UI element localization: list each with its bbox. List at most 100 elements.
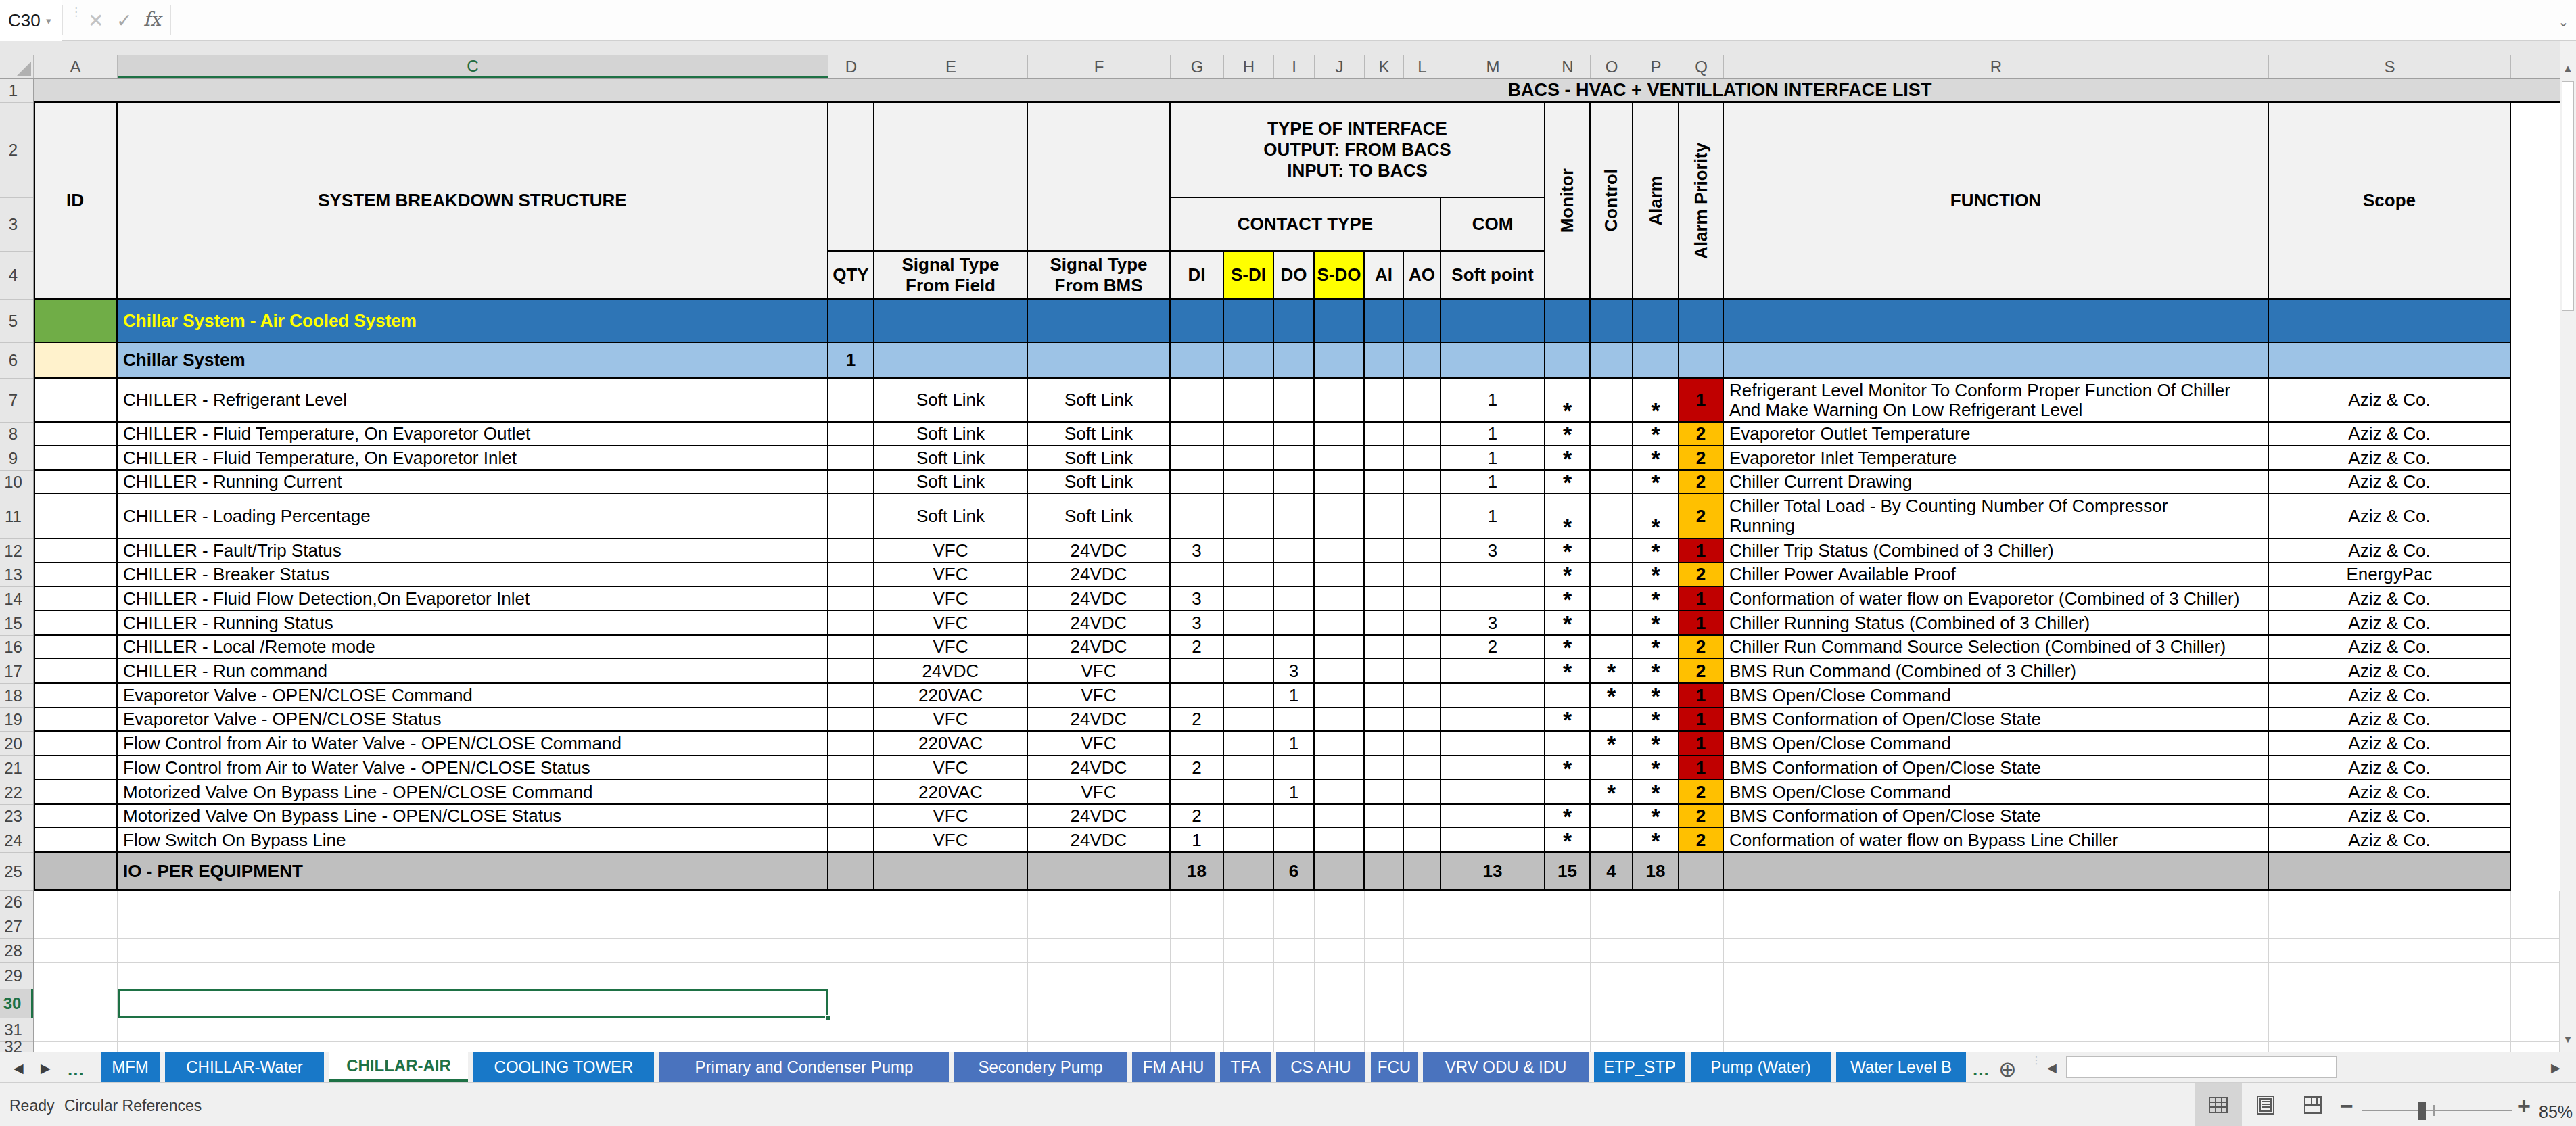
cell-G22[interactable] [1171, 780, 1224, 805]
cell-R31[interactable] [1724, 1018, 2269, 1042]
cell-J22[interactable] [1315, 780, 1365, 805]
column-header-A[interactable]: A [34, 55, 118, 78]
cell-P28[interactable] [1633, 939, 1679, 963]
cell-I13[interactable] [1274, 563, 1315, 587]
cell-r5-9[interactable] [1441, 300, 1545, 343]
cancel-icon[interactable]: ✕ [88, 9, 103, 32]
cell-r5-13[interactable] [1679, 300, 1724, 343]
cell-H17[interactable] [1224, 659, 1274, 684]
cell-N23[interactable]: * [1545, 805, 1591, 828]
cell-L15[interactable] [1404, 611, 1441, 636]
cell-E29[interactable] [874, 963, 1028, 989]
cell-F7[interactable]: Soft Link [1028, 379, 1171, 423]
cell-M29[interactable] [1441, 963, 1545, 989]
cell-r5-7[interactable] [1365, 300, 1404, 343]
cell-L11[interactable] [1404, 494, 1441, 539]
row-header-11[interactable]: 11 [0, 494, 33, 539]
cell-R12[interactable]: Chiller Trip Status (Combined of 3 Chill… [1724, 539, 2269, 563]
cell-total-17[interactable] [2269, 853, 2511, 891]
row-header-8[interactable]: 8 [0, 423, 33, 446]
cell-M16[interactable]: 2 [1441, 636, 1545, 659]
cell-E16[interactable]: VFC [874, 636, 1028, 659]
cell-Q13[interactable]: 2 [1679, 563, 1724, 587]
cell-G17[interactable] [1171, 659, 1224, 684]
header-signal-bms[interactable]: Signal TypeFrom BMS [1028, 252, 1171, 300]
cell-total-10[interactable] [1404, 853, 1441, 891]
cell-total-0[interactable] [34, 853, 118, 891]
cell-r5-12[interactable] [1633, 300, 1679, 343]
cell-G23[interactable]: 2 [1171, 805, 1224, 828]
header-contact-AO[interactable]: AO [1404, 252, 1441, 300]
cell-H27[interactable] [1224, 914, 1274, 939]
cell-L22[interactable] [1404, 780, 1441, 805]
cell-I21[interactable] [1274, 756, 1315, 780]
cell-K10[interactable] [1365, 471, 1404, 494]
column-header-C[interactable]: C [118, 55, 828, 78]
cell-Q12[interactable]: 1 [1679, 539, 1724, 563]
cell-K18[interactable] [1365, 684, 1404, 708]
cell-A29[interactable] [34, 963, 118, 989]
header-monitor[interactable]: Monitor [1545, 103, 1591, 300]
cell-S19[interactable]: Aziz & Co. [2269, 708, 2511, 732]
cell-K22[interactable] [1365, 780, 1404, 805]
row-header-30[interactable]: 30 [0, 989, 33, 1018]
row-header-2[interactable]: 2 [0, 103, 33, 198]
cell-S20[interactable]: Aziz & Co. [2269, 732, 2511, 756]
cell-G9[interactable] [1171, 446, 1224, 471]
cell-E14[interactable]: VFC [874, 587, 1028, 611]
cell-C23[interactable]: Motorized Valve On Bypass Line - OPEN/CL… [118, 805, 828, 828]
cell-Q26[interactable] [1679, 891, 1724, 914]
cell-r5-5[interactable] [1274, 300, 1315, 343]
row-header-19[interactable]: 19 [0, 708, 33, 732]
cell-H18[interactable] [1224, 684, 1274, 708]
cell-D9[interactable] [828, 446, 874, 471]
cell-r5-6[interactable] [1315, 300, 1365, 343]
cell-T32[interactable] [2511, 1042, 2560, 1052]
cell-E19[interactable]: VFC [874, 708, 1028, 732]
cell-Q21[interactable]: 1 [1679, 756, 1724, 780]
cell-N14[interactable]: * [1545, 587, 1591, 611]
cell-K14[interactable] [1365, 587, 1404, 611]
cell-r6-10[interactable] [1591, 343, 1633, 379]
cell-A8[interactable] [34, 423, 118, 446]
cell-N31[interactable] [1545, 1018, 1591, 1042]
cell-K11[interactable] [1365, 494, 1404, 539]
cell-H26[interactable] [1224, 891, 1274, 914]
column-header-O[interactable]: O [1591, 55, 1633, 78]
cell-D21[interactable] [828, 756, 874, 780]
column-header-M[interactable]: M [1441, 55, 1545, 78]
cell-N16[interactable]: * [1545, 636, 1591, 659]
scroll-left-icon[interactable]: ◀ [2047, 1060, 2057, 1075]
cell-L16[interactable] [1404, 636, 1441, 659]
tab-scroll-right-icon[interactable]: ▶ [41, 1060, 51, 1076]
cell-D24[interactable] [828, 828, 874, 853]
cell-A11[interactable] [34, 494, 118, 539]
zoom-in-button[interactable]: + [2517, 1093, 2531, 1119]
insert-function-icon[interactable]: fx [143, 8, 161, 30]
cell-A12[interactable] [34, 539, 118, 563]
cell-H22[interactable] [1224, 780, 1274, 805]
cell-C29[interactable] [118, 963, 828, 989]
cell-R27[interactable] [1724, 914, 2269, 939]
formula-bar-expand-icon[interactable]: ⌄ [2558, 14, 2569, 30]
cell-D31[interactable] [828, 1018, 874, 1042]
cell-r6-7[interactable] [1404, 343, 1441, 379]
zoom-out-button[interactable]: − [2340, 1093, 2353, 1119]
cell-R11[interactable]: Chiller Total Load - By Counting Number … [1724, 494, 2269, 539]
cell-A19[interactable] [34, 708, 118, 732]
cell-S13[interactable]: EnergyPac [2269, 563, 2511, 587]
cell-J10[interactable] [1315, 471, 1365, 494]
cell-total-15[interactable] [1679, 853, 1724, 891]
cell-O31[interactable] [1591, 1018, 1633, 1042]
cell-D30[interactable] [828, 989, 874, 1018]
cell-C12[interactable]: CHILLER - Fault/Trip Status [118, 539, 828, 563]
cell-G16[interactable]: 2 [1171, 636, 1224, 659]
cell-I18[interactable]: 1 [1274, 684, 1315, 708]
cell-I20[interactable]: 1 [1274, 732, 1315, 756]
cell-H8[interactable] [1224, 423, 1274, 446]
cell-S10[interactable]: Aziz & Co. [2269, 471, 2511, 494]
cell-A26[interactable] [34, 891, 118, 914]
cell-L31[interactable] [1404, 1018, 1441, 1042]
cell-R10[interactable]: Chiller Current Drawing [1724, 471, 2269, 494]
cell-K9[interactable] [1365, 446, 1404, 471]
